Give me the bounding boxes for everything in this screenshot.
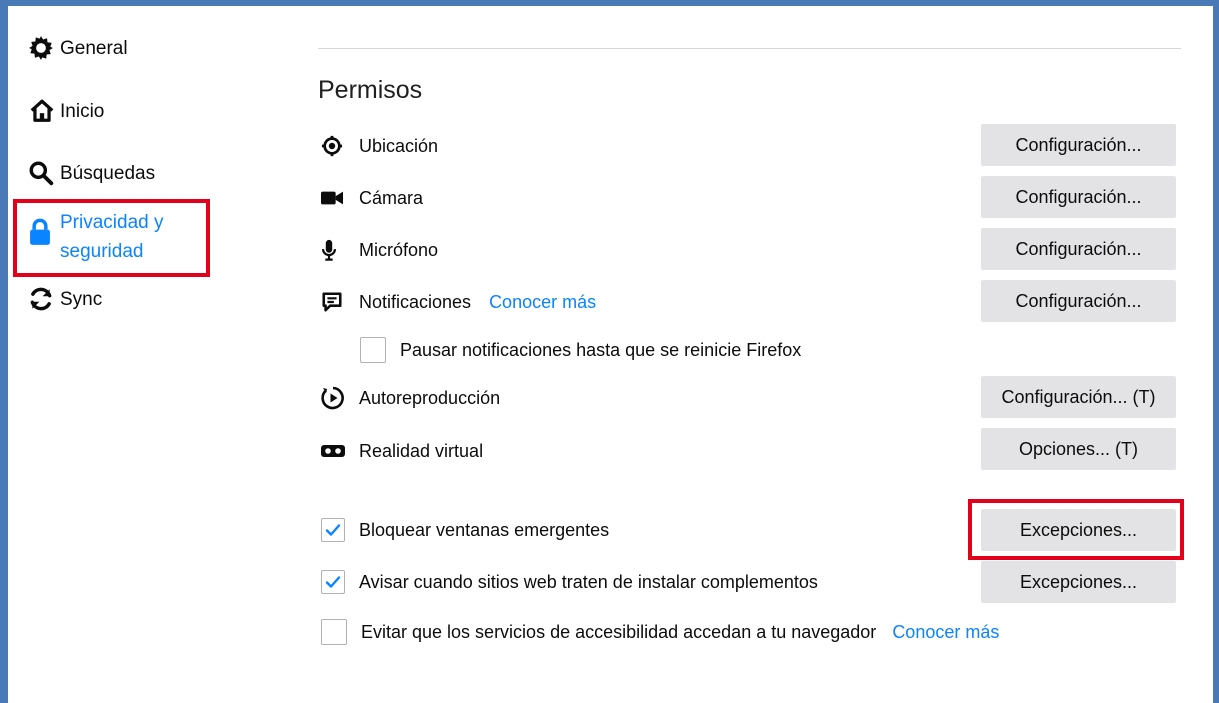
permission-label: Ubicación bbox=[359, 135, 439, 156]
sidebar-item-label: Búsquedas bbox=[60, 163, 156, 184]
notification-icon bbox=[321, 290, 347, 314]
pause-notifications-checkbox[interactable] bbox=[360, 337, 386, 363]
sidebar-item-general[interactable]: General bbox=[28, 34, 128, 63]
permission-row-location: Ubicación bbox=[321, 134, 438, 158]
microphone-settings-button[interactable]: Configuración... bbox=[981, 228, 1176, 270]
notifications-settings-button[interactable]: Configuración... bbox=[981, 280, 1176, 322]
checkmark-icon bbox=[325, 524, 341, 536]
accessibility-option[interactable]: Evitar que los servicios de accesibilida… bbox=[321, 619, 999, 645]
addon-exceptions-button[interactable]: Excepciones... bbox=[981, 561, 1176, 603]
permission-row-autoplay: Autoreproducción bbox=[321, 386, 500, 410]
checkbox-label: Pausar notificaciones hasta que se reini… bbox=[400, 339, 802, 360]
microphone-icon bbox=[321, 238, 347, 262]
checkbox-label: Avisar cuando sitios web traten de insta… bbox=[359, 571, 818, 592]
gear-icon bbox=[28, 34, 60, 62]
sidebar-item-label: General bbox=[60, 38, 128, 59]
autoplay-icon bbox=[321, 386, 347, 410]
permission-row-vr: Realidad virtual bbox=[321, 439, 483, 463]
location-icon bbox=[321, 134, 347, 158]
camera-icon bbox=[321, 186, 347, 210]
sidebar-item-busquedas[interactable]: Búsquedas bbox=[28, 159, 155, 188]
checkbox-label: Evitar que los servicios de accesibilida… bbox=[361, 621, 877, 642]
permission-label: Notificaciones bbox=[359, 291, 472, 312]
permission-label: Micrófono bbox=[359, 239, 439, 260]
highlight-box-privacy bbox=[13, 199, 210, 277]
location-settings-button[interactable]: Configuración... bbox=[981, 124, 1176, 166]
block-popups-checkbox[interactable] bbox=[321, 518, 345, 542]
warn-addons-option[interactable]: Avisar cuando sitios web traten de insta… bbox=[321, 570, 818, 594]
section-divider bbox=[318, 48, 1181, 49]
permission-row-notifications: Notificaciones Conocer más bbox=[321, 290, 596, 314]
accessibility-learn-more-link[interactable]: Conocer más bbox=[892, 622, 999, 643]
permission-label: Cámara bbox=[359, 187, 424, 208]
section-title: Permisos bbox=[318, 76, 423, 104]
checkmark-icon bbox=[325, 576, 341, 588]
sidebar-item-label: Inicio bbox=[60, 101, 105, 122]
block-popups-option[interactable]: Bloquear ventanas emergentes bbox=[321, 518, 609, 542]
permission-row-microphone: Micrófono bbox=[321, 238, 438, 262]
notifications-learn-more-link[interactable]: Conocer más bbox=[489, 292, 596, 313]
checkbox-label: Bloquear ventanas emergentes bbox=[359, 519, 610, 540]
autoplay-settings-button[interactable]: Configuración... (T) bbox=[981, 376, 1176, 418]
window-border-left bbox=[0, 0, 8, 703]
warn-addons-checkbox[interactable] bbox=[321, 570, 345, 594]
camera-settings-button[interactable]: Configuración... bbox=[981, 176, 1176, 218]
permission-label: Realidad virtual bbox=[359, 440, 484, 461]
window-border-top bbox=[0, 0, 1219, 6]
sync-icon bbox=[28, 285, 60, 313]
sidebar-item-label: Sync bbox=[60, 289, 103, 310]
vr-options-button[interactable]: Opciones... (T) bbox=[981, 428, 1176, 470]
vr-icon bbox=[321, 439, 347, 463]
accessibility-checkbox[interactable] bbox=[321, 619, 347, 645]
home-icon bbox=[28, 97, 60, 125]
sidebar-item-inicio[interactable]: Inicio bbox=[28, 97, 104, 126]
pause-notifications-option[interactable]: Pausar notificaciones hasta que se reini… bbox=[360, 337, 801, 363]
search-icon bbox=[28, 159, 60, 187]
permission-row-camera: Cámara bbox=[321, 186, 423, 210]
sidebar-item-sync[interactable]: Sync bbox=[28, 285, 102, 314]
permission-label: Autoreproducción bbox=[359, 387, 501, 408]
highlight-box-exceptions bbox=[968, 499, 1184, 560]
window-border-right bbox=[1213, 0, 1219, 703]
